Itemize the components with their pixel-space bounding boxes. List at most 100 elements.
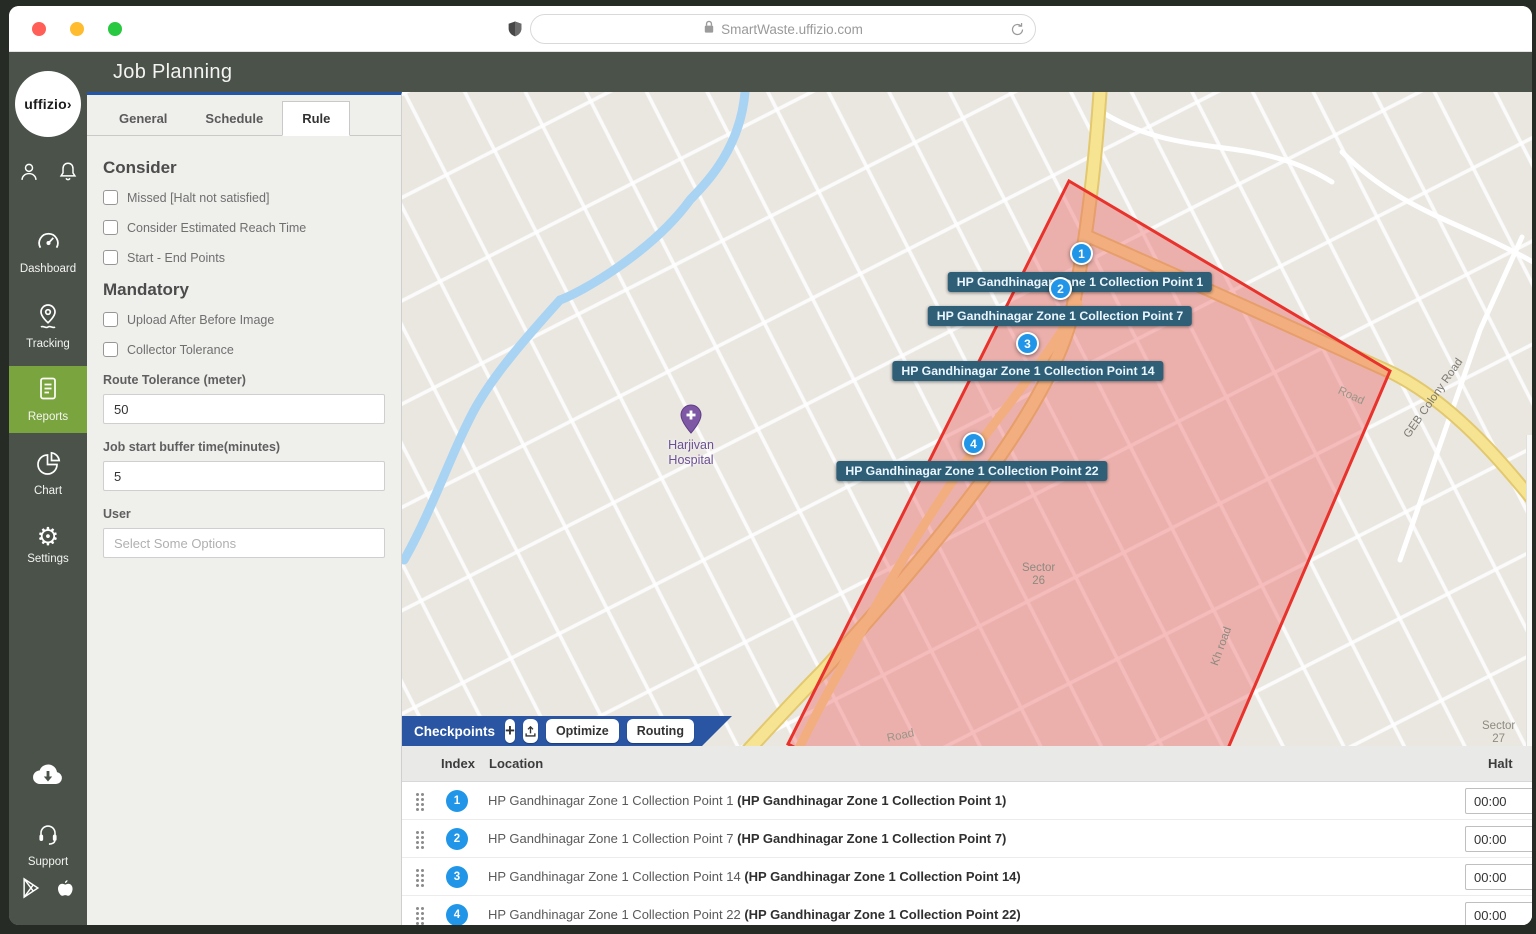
map-streets	[402, 92, 1532, 746]
route-tolerance-input[interactable]	[103, 394, 385, 424]
user-label: User	[103, 507, 385, 521]
drag-handle-icon[interactable]	[416, 793, 426, 813]
url-text: SmartWaste.uffizio.com	[721, 22, 863, 37]
halt-input[interactable]	[1465, 902, 1532, 925]
row-index-badge: 1	[446, 790, 468, 812]
checkbox-row-reach-time: Consider Estimated Reach Time	[103, 220, 385, 235]
route-tolerance-label: Route Tolerance (meter)	[103, 373, 385, 387]
halt-input[interactable]	[1465, 826, 1532, 852]
sidebar: uffizio Dashboard Tracking Reports	[9, 52, 87, 925]
close-window-button[interactable]	[32, 22, 46, 36]
tab-general[interactable]: General	[100, 102, 186, 135]
checkpoints-toolbar: Checkpoints + Optimize Routing	[402, 716, 732, 746]
row-index-badge: 2	[446, 828, 468, 850]
column-halt: Halt	[1488, 756, 1513, 771]
browser-window: SmartWaste.uffizio.com uffizio Dashboard	[9, 6, 1532, 925]
halt-input[interactable]	[1465, 788, 1532, 814]
map-pin-icon	[35, 317, 61, 334]
checkpoint-label-3[interactable]: HP Gandhinagar Zone 1 Collection Point 1…	[892, 361, 1163, 381]
pie-chart-icon	[35, 464, 62, 481]
drag-handle-icon[interactable]	[416, 907, 426, 925]
mandatory-heading: Mandatory	[103, 280, 385, 300]
reload-icon[interactable]	[1010, 22, 1025, 37]
map-marker-3[interactable]: 3	[1016, 332, 1039, 355]
checkpoint-label-1[interactable]: HP Gandhinagar Zone 1 Collection Point 1	[948, 272, 1212, 292]
checkpoint-label-2[interactable]: HP Gandhinagar Zone 1 Collection Point 7	[928, 306, 1192, 326]
document-icon	[35, 390, 61, 407]
sidebar-item-dashboard[interactable]: Dashboard	[9, 228, 87, 275]
gear-icon: ⚙	[9, 524, 87, 550]
upload-after-before-checkbox[interactable]	[103, 312, 118, 327]
upload-button[interactable]	[523, 719, 538, 743]
google-play-icon[interactable]	[20, 876, 42, 907]
store-badges	[9, 876, 87, 907]
sidebar-item-settings[interactable]: ⚙ Settings	[9, 524, 87, 565]
map-marker-4[interactable]: 4	[962, 432, 985, 455]
cloud-download-icon	[31, 775, 65, 792]
row-index-badge: 3	[446, 866, 468, 888]
headset-icon	[34, 835, 62, 852]
checkpoint-label-4[interactable]: HP Gandhinagar Zone 1 Collection Point 2…	[836, 461, 1107, 481]
table-row: 1 HP Gandhinagar Zone 1 Collection Point…	[402, 782, 1532, 820]
user-icon[interactable]	[17, 160, 41, 189]
page-header: Job Planning	[87, 52, 1532, 92]
sector-27-label: Sector27	[1482, 720, 1515, 746]
halt-input[interactable]	[1465, 864, 1532, 890]
maximize-window-button[interactable]	[108, 22, 122, 36]
drag-handle-icon[interactable]	[416, 869, 426, 889]
gauge-icon	[35, 242, 62, 259]
estimated-reach-time-checkbox[interactable]	[103, 220, 118, 235]
start-end-points-checkbox[interactable]	[103, 250, 118, 265]
browser-chrome: SmartWaste.uffizio.com	[9, 6, 1532, 52]
hospital-pin-icon	[679, 404, 703, 439]
column-location: Location	[489, 756, 543, 771]
tab-bar: General Schedule Rule	[87, 95, 401, 136]
shield-icon[interactable]	[506, 20, 524, 38]
page-title: Job Planning	[113, 61, 232, 84]
minimize-window-button[interactable]	[70, 22, 84, 36]
table-row: 2 HP Gandhinagar Zone 1 Collection Point…	[402, 820, 1532, 858]
sidebar-item-chart[interactable]: Chart	[9, 450, 87, 497]
apple-icon[interactable]	[52, 876, 76, 907]
table-header: Index Location Halt	[402, 746, 1532, 782]
checkpoints-table: Index Location Halt 1 HP Gandhinagar Zon…	[402, 746, 1532, 925]
drag-handle-icon[interactable]	[416, 831, 426, 851]
sidebar-item-tracking[interactable]: Tracking	[9, 302, 87, 350]
checkbox-row-missed: Missed [Halt not satisfied]	[103, 190, 385, 205]
cloud-download-button[interactable]	[9, 760, 87, 793]
buffer-time-label: Job start buffer time(minutes)	[103, 440, 385, 454]
column-index: Index	[441, 756, 475, 771]
sector-26-label: Sector26	[1022, 562, 1055, 588]
consider-heading: Consider	[103, 158, 385, 178]
map[interactable]: Sector26 Sector27 Kh road GEB Colony Roa…	[402, 92, 1532, 746]
rule-panel: General Schedule Rule Consider Missed [H…	[87, 92, 402, 925]
routing-button[interactable]: Routing	[627, 719, 694, 743]
map-marker-1[interactable]: 1	[1070, 242, 1093, 265]
map-marker-2[interactable]: 2	[1049, 277, 1072, 300]
buffer-time-input[interactable]	[103, 461, 385, 491]
add-checkpoint-button[interactable]: +	[505, 719, 515, 743]
optimize-button[interactable]: Optimize	[546, 719, 619, 743]
collector-tolerance-checkbox[interactable]	[103, 342, 118, 357]
tab-schedule[interactable]: Schedule	[186, 102, 282, 135]
checkbox-row-collector-tolerance: Collector Tolerance	[103, 342, 385, 357]
sidebar-item-support[interactable]: Support	[9, 820, 87, 868]
table-row: 4 HP Gandhinagar Zone 1 Collection Point…	[402, 896, 1532, 925]
missed-checkbox[interactable]	[103, 190, 118, 205]
uffizio-logo[interactable]: uffizio	[15, 71, 81, 137]
checkbox-row-upload-image: Upload After Before Image	[103, 312, 385, 327]
upload-icon	[523, 724, 538, 739]
user-select-input[interactable]	[103, 528, 385, 558]
hospital-label: HarjivanHospital	[668, 438, 714, 468]
main-area: Sector26 Sector27 Kh road GEB Colony Roa…	[402, 92, 1532, 925]
sidebar-item-reports[interactable]: Reports	[9, 366, 87, 433]
bell-icon[interactable]	[56, 160, 80, 189]
checkbox-row-start-end: Start - End Points	[103, 250, 385, 265]
address-bar[interactable]: SmartWaste.uffizio.com	[530, 14, 1036, 44]
lock-icon	[703, 20, 715, 39]
checkpoints-title: Checkpoints	[414, 724, 495, 739]
tab-rule[interactable]: Rule	[282, 101, 350, 136]
row-index-badge: 4	[446, 904, 468, 925]
table-row: 3 HP Gandhinagar Zone 1 Collection Point…	[402, 858, 1532, 896]
map-scrollbar[interactable]	[1526, 435, 1532, 746]
